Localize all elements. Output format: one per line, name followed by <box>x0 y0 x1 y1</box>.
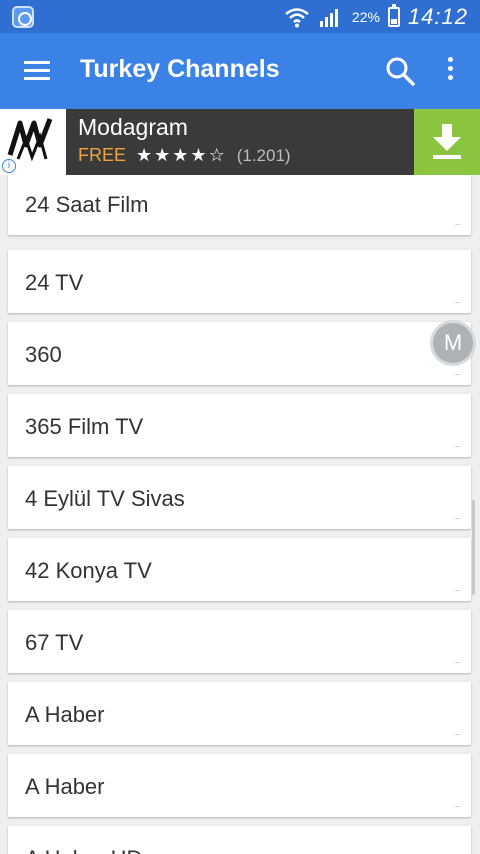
menu-icon[interactable] <box>24 61 50 81</box>
channel-item[interactable]: 67 TV <box>8 610 471 673</box>
channel-item[interactable]: 42 Konya TV <box>8 538 471 601</box>
channel-name: 24 TV <box>25 270 84 295</box>
battery-percent: 22% <box>351 9 380 25</box>
download-icon <box>433 124 461 159</box>
battery-icon <box>387 4 400 27</box>
floating-m-button[interactable]: M <box>430 320 476 366</box>
channel-item[interactable]: 360 <box>8 322 471 385</box>
signal-icon <box>319 9 338 27</box>
channel-name: 360 <box>25 342 62 367</box>
channel-item[interactable]: A Haber HD <box>8 826 471 854</box>
channel-name: A Haber <box>25 774 105 799</box>
ad-rating-count: (1.201) <box>236 146 291 165</box>
channel-item[interactable]: 365 Film TV <box>8 394 471 457</box>
channel-list[interactable]: 24 Saat Film 24 TV 360 365 Film TV 4 Eyl… <box>0 175 480 854</box>
channel-name: 67 TV <box>25 630 84 655</box>
app-notification-icon <box>12 6 34 28</box>
ad-banner[interactable]: i Modagram FREE ★★★★☆ (1.201) <box>0 109 480 175</box>
channel-name: 42 Konya TV <box>25 558 152 583</box>
app-toolbar: Turkey Channels <box>0 33 480 109</box>
more-vert-icon[interactable] <box>446 57 454 85</box>
channel-item[interactable]: A Haber <box>8 682 471 745</box>
channel-name: 4 Eylül TV Sivas <box>25 486 185 511</box>
ad-subtitle: FREE ★★★★☆ (1.201) <box>78 145 291 166</box>
page-title: Turkey Channels <box>80 55 280 83</box>
ad-price: FREE <box>78 145 127 165</box>
ad-info-icon[interactable]: i <box>2 159 16 173</box>
ad-app-name[interactable]: Modagram <box>78 114 188 141</box>
status-icons: 22% 14:12 <box>284 4 468 30</box>
channel-item[interactable]: A Haber <box>8 754 471 817</box>
channel-name: 365 Film TV <box>25 414 144 439</box>
ad-app-logo[interactable]: i <box>0 109 66 175</box>
channel-name: A Haber HD <box>25 846 142 854</box>
channel-item[interactable]: 4 Eylül TV Sivas <box>8 466 471 529</box>
channel-item[interactable]: 24 TV <box>8 250 471 313</box>
modagram-logo-icon <box>7 118 53 162</box>
channel-name: A Haber <box>25 702 105 727</box>
ad-download-button[interactable] <box>414 109 480 175</box>
search-icon[interactable] <box>384 55 416 87</box>
clock: 14:12 <box>407 4 468 29</box>
ad-rating-stars: ★★★★☆ <box>136 145 227 165</box>
status-bar: 22% 14:12 <box>0 0 480 33</box>
channel-name: 24 Saat Film <box>25 192 149 217</box>
list-scrollbar[interactable] <box>472 500 475 595</box>
channel-item[interactable]: 24 Saat Film <box>8 175 471 235</box>
wifi-icon <box>285 8 309 28</box>
